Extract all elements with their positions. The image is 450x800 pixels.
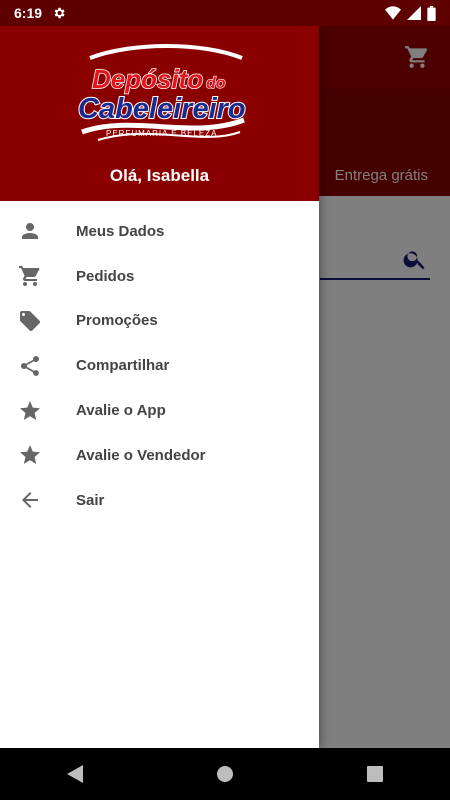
menu-item-avalie-app[interactable]: Avalie o App (0, 388, 319, 433)
logo-tagline: PERFUMARIA E BELEZA (106, 129, 217, 138)
navigation-drawer: Depósito do Cabeleireiro PERFUMARIA E BE… (0, 26, 319, 748)
tag-icon (18, 309, 42, 333)
battery-icon (427, 5, 436, 21)
menu-label: Promoções (76, 312, 158, 330)
nav-back-button[interactable] (55, 754, 95, 794)
star-icon (18, 443, 42, 467)
person-icon (18, 219, 42, 243)
user-greeting: Olá, Isabella (109, 166, 210, 185)
system-nav-bar (0, 748, 450, 800)
menu-item-promocoes[interactable]: Promoções (0, 299, 319, 344)
settings-gear-icon (54, 7, 65, 19)
menu-item-avalie-vendedor[interactable]: Avalie o Vendedor (0, 433, 319, 478)
star-icon (18, 399, 42, 423)
menu-item-pedidos[interactable]: Pedidos (0, 254, 319, 299)
drawer-menu: Meus Dados Pedidos Promoções Compartilha… (0, 201, 319, 523)
status-time: 6:19 (14, 5, 43, 21)
cell-signal-icon (407, 6, 421, 20)
nav-recents-button[interactable] (355, 754, 395, 794)
drawer-header: Depósito do Cabeleireiro PERFUMARIA E BE… (0, 26, 319, 201)
share-icon (18, 354, 42, 378)
nav-home-button[interactable] (205, 754, 245, 794)
logo-word-do: do (206, 75, 226, 92)
back-triangle-icon (67, 765, 83, 783)
store-logo: Depósito do Cabeleireiro PERFUMARIA E BE… (77, 44, 247, 141)
logo-word-deposito: Depósito (92, 64, 203, 94)
menu-label: Sair (76, 491, 105, 509)
home-circle-icon (217, 766, 233, 782)
recents-square-icon (367, 766, 383, 782)
status-bar: 6:19 (0, 0, 450, 26)
arrow-back-icon (18, 488, 42, 512)
menu-item-sair[interactable]: Sair (0, 478, 319, 523)
menu-label: Compartilhar (76, 357, 170, 375)
menu-label: Meus Dados (76, 222, 165, 240)
menu-item-meus-dados[interactable]: Meus Dados (0, 209, 319, 254)
menu-label: Avalie o Vendedor (76, 446, 206, 464)
wifi-icon (385, 6, 401, 20)
menu-label: Pedidos (76, 267, 135, 285)
cart-icon (18, 264, 42, 288)
menu-item-compartilhar[interactable]: Compartilhar (0, 343, 319, 388)
menu-label: Avalie o App (76, 402, 166, 420)
logo-word-cabeleireiro: Cabeleireiro (78, 93, 246, 125)
